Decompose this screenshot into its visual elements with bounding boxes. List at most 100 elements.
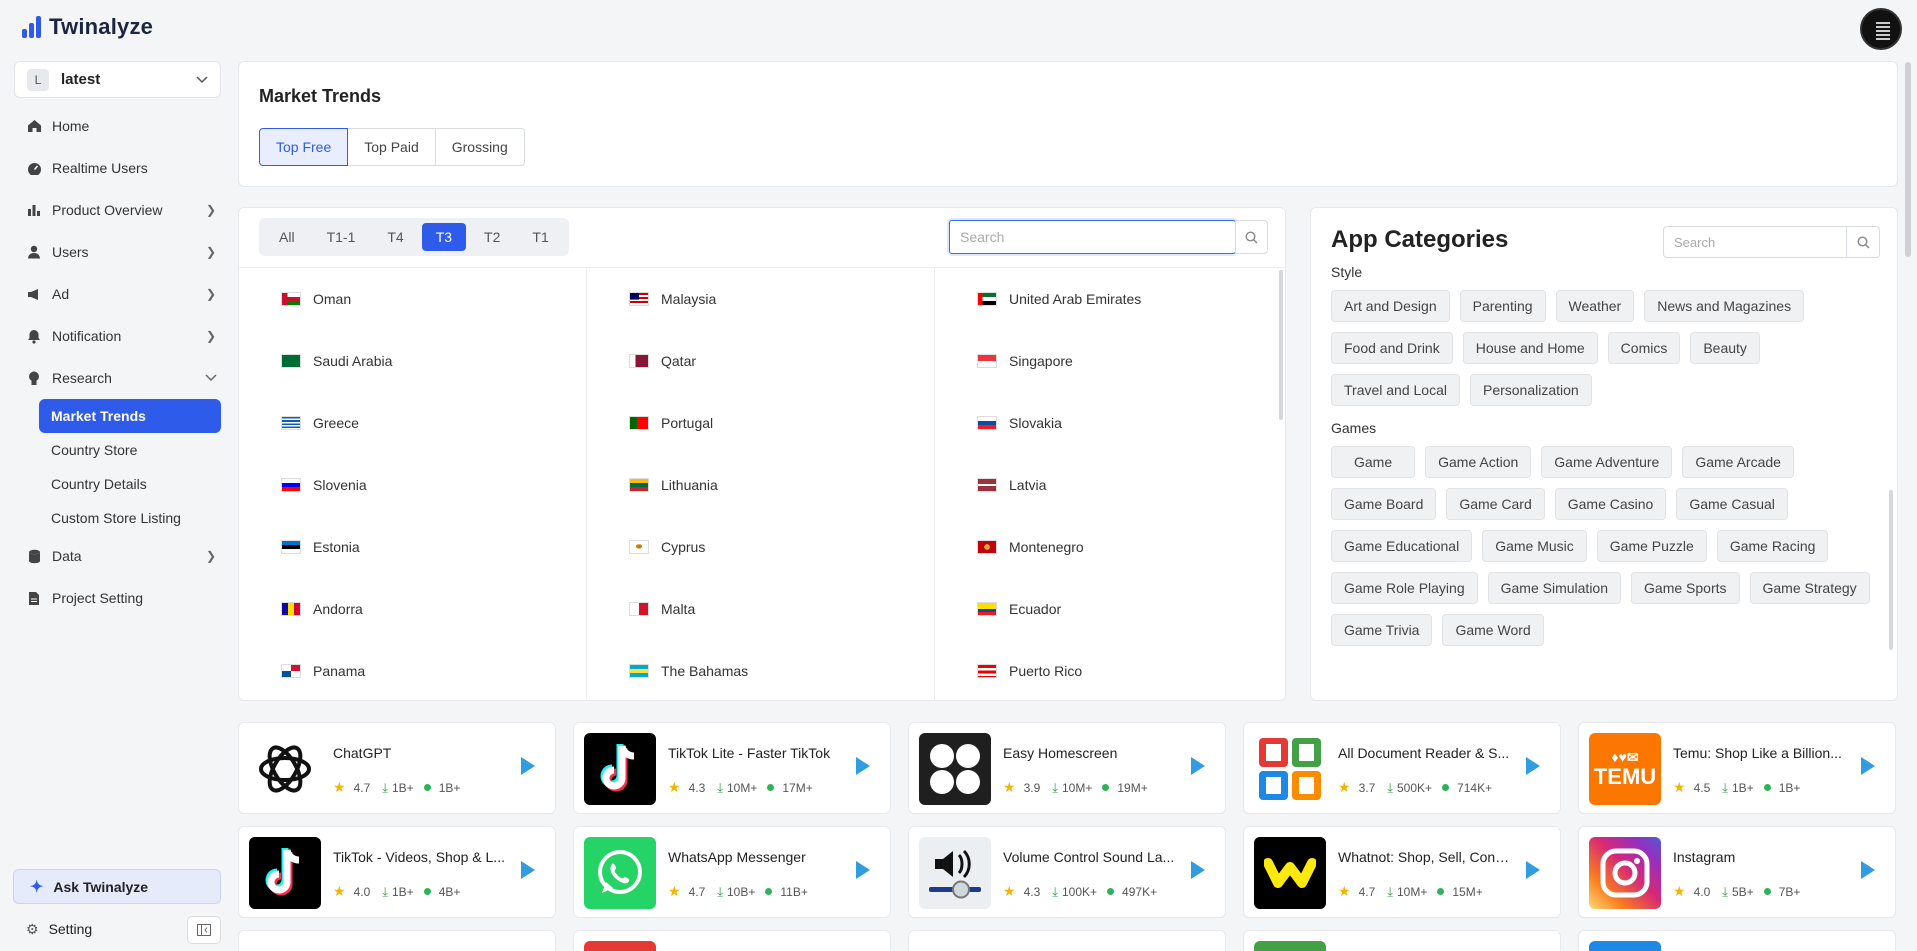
category-chip[interactable]: Game Action	[1425, 446, 1532, 478]
sidebar-item-project-setting[interactable]: Project Setting	[14, 577, 221, 619]
category-chip[interactable]: Beauty	[1690, 332, 1760, 364]
category-chip[interactable]: Game	[1331, 446, 1416, 478]
app-card[interactable]: Whatnot: Shop, Sell, Conn... ★ 4.7 ⤓ 10M+ 15M…	[1243, 826, 1561, 918]
app-card[interactable]: Easy Homescreen ★ 3.9 ⤓ 10M+ 19M+	[908, 722, 1226, 814]
google-play-icon[interactable]	[856, 861, 870, 879]
sidebar-item-product-overview[interactable]: Product Overview ❯	[14, 189, 221, 231]
country-item[interactable]: Montenegro	[935, 516, 1283, 578]
country-item[interactable]: Saudi Arabia	[239, 330, 587, 392]
google-play-icon[interactable]	[1861, 861, 1875, 879]
country-item[interactable]: Cyprus	[587, 516, 935, 578]
category-chip[interactable]: Game Card	[1446, 488, 1545, 520]
app-card[interactable]: Volume Control Sound La... ★ 4.3 ⤓ 100K+ 497K…	[908, 826, 1226, 918]
avatar[interactable]	[1860, 8, 1902, 50]
country-search-input[interactable]	[949, 220, 1236, 254]
app-card[interactable]: TikTok - Videos, Shop & L... ★ 4.0 ⤓ 1B+ 4B+	[238, 826, 556, 918]
country-item[interactable]: Slovakia	[935, 392, 1283, 454]
category-chip[interactable]: Game Educational	[1331, 530, 1473, 562]
google-play-icon[interactable]	[1191, 861, 1205, 879]
country-item[interactable]: Qatar	[587, 330, 935, 392]
category-chip[interactable]: Game Role Playing	[1331, 572, 1478, 604]
country-item[interactable]: Lithuania	[587, 454, 935, 516]
tab-tier-t4[interactable]: T4	[373, 223, 417, 251]
tab-tier-t3[interactable]: T3	[421, 223, 467, 251]
app-card[interactable]	[1578, 930, 1896, 951]
category-chip[interactable]: Travel and Local	[1331, 374, 1460, 406]
country-item[interactable]: Malta	[587, 578, 935, 640]
category-chip[interactable]: Game Arcade	[1682, 446, 1794, 478]
category-chip[interactable]: Game Strategy	[1749, 572, 1870, 604]
app-card[interactable]: Instagram ★ 4.0 ⤓ 5B+ 7B+	[1578, 826, 1896, 918]
app-card[interactable]	[238, 930, 556, 951]
category-chip[interactable]: News and Magazines	[1644, 290, 1805, 322]
country-item[interactable]: United Arab Emirates	[935, 268, 1283, 330]
category-chip[interactable]: Game Casino	[1554, 488, 1667, 520]
country-item[interactable]: Andorra	[239, 578, 587, 640]
app-card[interactable]: ChatGPT ★ 4.7 ⤓ 1B+ 1B+	[238, 722, 556, 814]
sidebar-item-ad[interactable]: Ad ❯	[14, 273, 221, 315]
country-item[interactable]: Ecuador	[935, 578, 1283, 640]
tab-tier-t2[interactable]: T2	[470, 223, 514, 251]
segment-top-free[interactable]: Top Free	[259, 128, 349, 166]
country-item[interactable]: Latvia	[935, 454, 1283, 516]
sidebar-item-realtime-users[interactable]: Realtime Users	[14, 147, 221, 189]
category-chip[interactable]: Game Sports	[1631, 572, 1740, 604]
category-chip[interactable]: Game Trivia	[1331, 614, 1433, 646]
country-search-button[interactable]	[1235, 220, 1268, 254]
sidebar-item-data[interactable]: Data ❯	[14, 535, 221, 577]
app-card[interactable]	[1243, 930, 1561, 951]
category-chip[interactable]: Weather	[1555, 290, 1635, 322]
country-item[interactable]: Malaysia	[587, 268, 935, 330]
category-chip[interactable]: Game Simulation	[1487, 572, 1622, 604]
google-play-icon[interactable]	[1526, 757, 1540, 775]
country-item[interactable]: Estonia	[239, 516, 587, 578]
category-chip[interactable]: Game Board	[1331, 488, 1437, 520]
category-chip[interactable]: Game Adventure	[1541, 446, 1673, 478]
app-card[interactable]: TikTok Lite - Faster TikTok ★ 4.3 ⤓ 10M+ 17M+	[573, 722, 891, 814]
category-chip[interactable]: Art and Design	[1331, 290, 1450, 322]
category-search-input[interactable]	[1663, 226, 1847, 258]
category-chip[interactable]: Game Word	[1442, 614, 1544, 646]
sidebar-item-research[interactable]: Research	[14, 357, 221, 399]
tab-tier-all[interactable]: All	[265, 223, 309, 251]
collapse-sidebar-button[interactable]	[187, 916, 221, 944]
category-chip[interactable]: House and Home	[1462, 332, 1598, 364]
category-chip[interactable]: Game Racing	[1716, 530, 1829, 562]
category-list-scrollbar[interactable]	[1889, 490, 1893, 650]
country-item[interactable]: Oman	[239, 268, 587, 330]
sidebar-subitem-country-store[interactable]: Country Store	[39, 433, 221, 467]
category-search-button[interactable]	[1846, 226, 1880, 258]
country-item[interactable]: Singapore	[935, 330, 1283, 392]
project-select[interactable]: L latest	[14, 61, 221, 98]
category-chip[interactable]: Game Casual	[1676, 488, 1788, 520]
google-play-icon[interactable]	[1526, 861, 1540, 879]
country-item[interactable]: Panama	[239, 640, 587, 700]
sidebar-subitem-custom-store-listing[interactable]: Custom Store Listing	[39, 501, 221, 535]
google-play-icon[interactable]	[856, 757, 870, 775]
app-card[interactable]: WhatsApp Messenger ★ 4.7 ⤓ 10B+ 11B+	[573, 826, 891, 918]
app-card[interactable]	[908, 930, 1226, 951]
country-item[interactable]: Slovenia	[239, 454, 587, 516]
segment-grossing[interactable]: Grossing	[434, 128, 525, 166]
country-list-scrollbar[interactable]	[1279, 270, 1283, 420]
country-item[interactable]: Portugal	[587, 392, 935, 454]
app-card[interactable]: ♦♥✉ TEMU Temu: Shop Like a Billion... ★ 4.5 ⤓…	[1578, 722, 1896, 814]
logo[interactable]: Twinalyze	[22, 14, 153, 40]
tab-tier-t1[interactable]: T1	[518, 223, 562, 251]
sidebar-item-users[interactable]: Users ❯	[14, 231, 221, 273]
category-chip[interactable]: Food and Drink	[1331, 332, 1453, 364]
page-scrollbar[interactable]	[1905, 62, 1911, 257]
sidebar-subitem-market-trends[interactable]: Market Trends	[39, 399, 221, 433]
google-play-icon[interactable]	[521, 757, 535, 775]
country-item[interactable]: Puerto Rico	[935, 640, 1283, 700]
app-card[interactable]: All Document Reader & S... ★ 3.7 ⤓ 500K+ 714K…	[1243, 722, 1561, 814]
google-play-icon[interactable]	[521, 861, 535, 879]
category-chip[interactable]: Comics	[1607, 332, 1681, 364]
ask-twinalyze-button[interactable]: ✦ Ask Twinalyze	[13, 869, 221, 904]
google-play-icon[interactable]	[1191, 757, 1205, 775]
category-chip[interactable]: Game Music	[1482, 530, 1587, 562]
category-chip[interactable]: Game Puzzle	[1596, 530, 1707, 562]
sidebar-item-home[interactable]: Home	[14, 105, 221, 147]
country-item[interactable]: Greece	[239, 392, 587, 454]
app-card[interactable]	[573, 930, 891, 951]
